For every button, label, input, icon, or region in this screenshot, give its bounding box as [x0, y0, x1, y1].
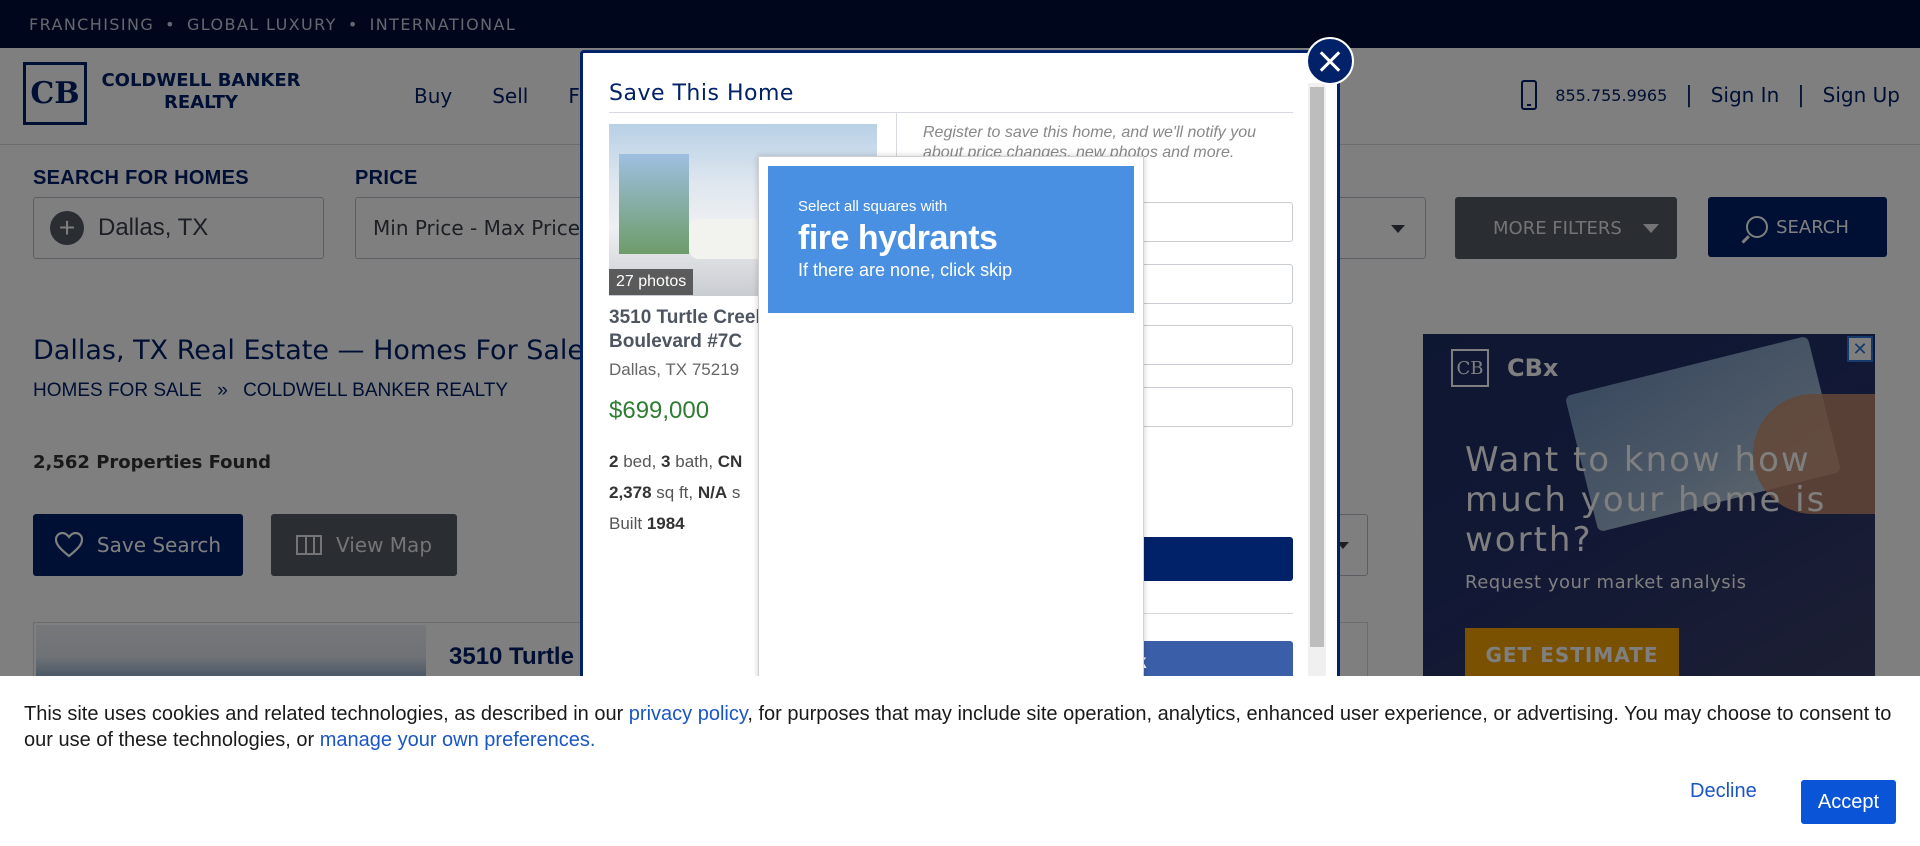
- photo-count-badge: 27 photos: [609, 269, 694, 295]
- decline-button[interactable]: Decline: [1690, 780, 1757, 803]
- captcha-tile[interactable]: [952, 320, 1042, 410]
- manage-preferences-link[interactable]: manage your own preferences: [320, 729, 590, 751]
- modal-scrollbar-thumb[interactable]: [1310, 87, 1324, 647]
- photo-window-area: [619, 154, 689, 254]
- captcha-instructions: Select all squares with fire hydrants If…: [768, 166, 1134, 313]
- sqft-label: sq ft,: [656, 483, 694, 502]
- cookie-text-1: This site uses cookies and related techn…: [24, 703, 629, 725]
- captcha-challenge: Select all squares with fire hydrants If…: [758, 156, 1144, 690]
- home-facts-row-1: 2 bed, 3 bath, CN: [609, 446, 742, 477]
- modal-title-divider: [609, 112, 1293, 113]
- lot-label: s: [731, 483, 741, 502]
- baths-label: bath,: [675, 452, 714, 471]
- lot-value: N/A: [697, 483, 728, 502]
- captcha-tile[interactable]: [768, 595, 858, 685]
- captcha-tile[interactable]: [952, 595, 1042, 685]
- captcha-tile[interactable]: [768, 503, 858, 593]
- captcha-tile[interactable]: [1044, 503, 1134, 593]
- captcha-tile[interactable]: [768, 320, 858, 410]
- baths-value: 3: [661, 452, 671, 471]
- captcha-tile[interactable]: [1044, 595, 1134, 685]
- captcha-tile[interactable]: [860, 412, 950, 502]
- captcha-tile[interactable]: [860, 320, 950, 410]
- captcha-tile[interactable]: [1044, 320, 1134, 410]
- home-city: Dallas, TX 75219: [609, 360, 740, 379]
- beds-label: bed,: [623, 452, 657, 471]
- privacy-policy-link[interactable]: privacy policy: [629, 703, 748, 725]
- home-facts: 2 bed, 3 bath, CN 2,378 sq ft, N/A s Bui…: [609, 446, 742, 539]
- captcha-line-3: If there are none, click skip: [798, 260, 1013, 280]
- captcha-target: fire hydrants: [798, 219, 998, 257]
- modal-scrollbar[interactable]: [1308, 83, 1326, 677]
- captcha-tile[interactable]: [952, 503, 1042, 593]
- home-address: 3510 Turtle Creek Boulevard #7C: [609, 307, 767, 352]
- captcha-tile[interactable]: [768, 412, 858, 502]
- captcha-tile[interactable]: [952, 412, 1042, 502]
- cookie-banner: This site uses cookies and related techn…: [0, 676, 1920, 846]
- home-price: $699,000: [609, 397, 710, 424]
- captcha-tile[interactable]: [860, 595, 950, 685]
- home-facts-row-2: 2,378 sq ft, N/A s: [609, 477, 742, 508]
- cn-value: CN: [717, 452, 743, 471]
- captcha-tile[interactable]: [860, 503, 950, 593]
- built-value: 1984: [646, 514, 685, 533]
- built-label: Built: [609, 514, 643, 533]
- cookie-message: This site uses cookies and related techn…: [24, 701, 1894, 753]
- captcha-line-1: Select all squares with: [798, 198, 948, 215]
- modal-title: Save This Home: [609, 81, 794, 106]
- accept-button[interactable]: Accept: [1801, 780, 1896, 824]
- captcha-grid: [768, 320, 1134, 684]
- beds-value: 2: [609, 452, 619, 471]
- sqft-value: 2,378: [609, 483, 652, 502]
- home-facts-row-3: Built 1984: [609, 508, 742, 539]
- captcha-tile[interactable]: [1044, 412, 1134, 502]
- close-icon[interactable]: [1306, 37, 1354, 85]
- cookie-text-3: .: [589, 729, 596, 751]
